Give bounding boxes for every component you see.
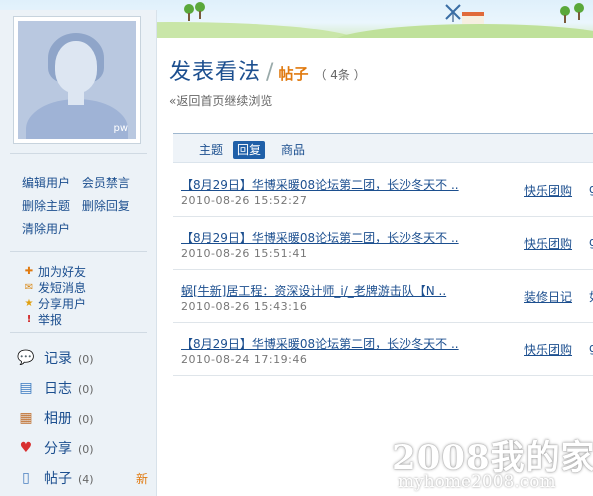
heart-icon: ♥ <box>19 440 33 456</box>
app-label: 日志 <box>44 381 72 397</box>
post-date: 2010-08-26 15:52:27 <box>181 194 308 207</box>
delete-reply-link[interactable]: 删除回复 <box>82 199 130 213</box>
exclamation-icon: ! <box>26 314 32 325</box>
tree-icon <box>195 2 205 19</box>
delete-topic-link[interactable]: 删除主题 <box>22 199 70 213</box>
list-item: 【8月29日】华博采暖08论坛第二团，长沙冬天不 .. 2010-08-26 1… <box>173 217 593 270</box>
post-title-link[interactable]: 【8月29日】华博采暖08论坛第二团，长沙冬天不 .. <box>181 335 471 352</box>
list-item: 【8月29日】华博采暖08论坛第二团，长沙冬天不 .. 2010-08-24 1… <box>173 323 593 376</box>
tab-replies[interactable]: 回复 <box>233 141 266 159</box>
tab-goods[interactable]: 商品 <box>277 141 309 159</box>
site-watermark: 2008我的家 myhome2008.com <box>384 428 593 494</box>
banner-hill <box>330 24 593 38</box>
action-label: 分享用户 <box>38 297 87 311</box>
app-share[interactable]: ♥ 分享 (0) <box>16 433 150 463</box>
action-label: 发短消息 <box>38 281 87 295</box>
title-separator: / <box>266 60 274 85</box>
app-label: 帖子 <box>44 471 72 487</box>
app-records[interactable]: 💬 记录 (0) <box>16 343 150 373</box>
list-item: 蜗[牛新]居工程：资深设计师_i/_老牌游击队【N .. 2010-08-26 … <box>173 270 593 323</box>
app-label: 记录 <box>44 351 72 367</box>
forum-link[interactable]: 装修日记 <box>524 288 572 305</box>
envelope-icon: ✉ <box>24 282 34 293</box>
app-count: (0) <box>78 353 94 366</box>
app-count: (0) <box>78 443 94 456</box>
admin-row: 编辑用户 会员禁言 <box>22 172 152 195</box>
notebook-icon: ▤ <box>19 380 33 396</box>
avatar[interactable]: pw <box>18 21 136 139</box>
app-count: (0) <box>78 413 94 426</box>
edit-user-link[interactable]: 编辑用户 <box>22 176 70 190</box>
star-icon: ★ <box>24 298 34 309</box>
app-count: (4) <box>78 473 94 486</box>
new-badge: 新 <box>135 471 148 486</box>
photo-album-icon: ▦ <box>19 410 33 426</box>
list-item: 【8月29日】华博采暖08论坛第二团，长沙冬天不 .. 2010-08-26 1… <box>173 164 593 217</box>
admin-row: 清除用户 <box>22 218 152 241</box>
app-posts[interactable]: ▯ 帖子 (4) 新 <box>16 463 150 493</box>
ban-member-link[interactable]: 会员禁言 <box>82 176 130 190</box>
forum-link[interactable]: 快乐团购 <box>524 235 572 252</box>
tree-icon <box>560 6 570 23</box>
house-icon <box>462 12 484 24</box>
post-date: 2010-08-24 17:19:46 <box>181 353 308 366</box>
post-list: 【8月29日】华博采暖08论坛第二团，长沙冬天不 .. 2010-08-26 1… <box>173 164 593 376</box>
app-count: (0) <box>78 383 94 396</box>
post-date: 2010-08-26 15:51:41 <box>181 247 308 260</box>
forum-link[interactable]: 快乐团购 <box>524 182 572 199</box>
action-label: 举报 <box>38 313 63 327</box>
admin-row: 删除主题 删除回复 <box>22 195 152 218</box>
tree-icon <box>184 4 194 21</box>
truncated-text: g <box>589 235 593 249</box>
truncated-text: g <box>589 182 593 196</box>
clear-user-link[interactable]: 清除用户 <box>22 222 70 236</box>
app-label: 分享 <box>44 441 72 457</box>
divider <box>10 251 147 252</box>
truncated-text: 如 <box>589 288 593 305</box>
add-friend-action[interactable]: ✚ 加为好友 <box>22 264 152 280</box>
share-user-action[interactable]: ★ 分享用户 <box>22 296 152 312</box>
action-label: 加为好友 <box>38 265 87 279</box>
page-title: 发表看法 <box>169 60 262 85</box>
avatar-frame[interactable]: pw <box>13 16 141 144</box>
truncated-text: g <box>589 341 593 355</box>
app-label: 相册 <box>44 411 72 427</box>
tab-topics[interactable]: 主题 <box>195 141 227 159</box>
app-blog[interactable]: ▤ 日志 (0) <box>16 373 150 403</box>
tab-bar: 主题 回复 商品 <box>173 133 593 163</box>
report-action[interactable]: ! 举报 <box>22 312 152 328</box>
windmill-icon <box>445 4 461 22</box>
divider <box>10 153 147 154</box>
post-title-link[interactable]: 【8月29日】华博采暖08论坛第二团，长沙冬天不 .. <box>181 176 471 193</box>
post-title-link[interactable]: 蜗[牛新]居工程：资深设计师_i/_老牌游击队【N .. <box>181 282 471 299</box>
admin-links: 编辑用户 会员禁言 删除主题 删除回复 清除用户 <box>22 172 152 241</box>
back-home-link[interactable]: «返回首页继续浏览 <box>169 92 272 109</box>
post-title-link[interactable]: 【8月29日】华博采暖08论坛第二团，长沙冬天不 .. <box>181 229 471 246</box>
page-subtitle: 帖子 <box>278 65 309 83</box>
avatar-head <box>55 41 97 93</box>
tree-icon <box>574 3 584 20</box>
forum-link[interactable]: 快乐团购 <box>524 341 572 358</box>
post-count: （ 4条 ） <box>314 68 366 82</box>
divider <box>10 332 147 333</box>
document-icon: ▯ <box>22 470 30 486</box>
user-actions: ✚ 加为好友 ✉ 发短消息 ★ 分享用户 ! 举报 <box>22 264 152 328</box>
watermark-url: myhome2008.com <box>398 472 556 492</box>
avatar-caption: pw <box>113 123 128 134</box>
post-date: 2010-08-26 15:43:16 <box>181 300 308 313</box>
app-list: 💬 记录 (0) ▤ 日志 (0) ▦ 相册 (0) ♥ 分享 (0) ▯ 帖子… <box>16 343 150 493</box>
send-message-action[interactable]: ✉ 发短消息 <box>22 280 152 296</box>
sidebar: pw 编辑用户 会员禁言 删除主题 删除回复 清除用户 ✚ 加为好友 ✉ 发短消… <box>0 10 157 496</box>
app-album[interactable]: ▦ 相册 (0) <box>16 403 150 433</box>
speech-bubble-icon: 💬 <box>17 350 35 366</box>
page-heading: 发表看法 / 帖子 （ 4条 ） <box>169 54 366 86</box>
add-friend-icon: ✚ <box>24 266 34 277</box>
